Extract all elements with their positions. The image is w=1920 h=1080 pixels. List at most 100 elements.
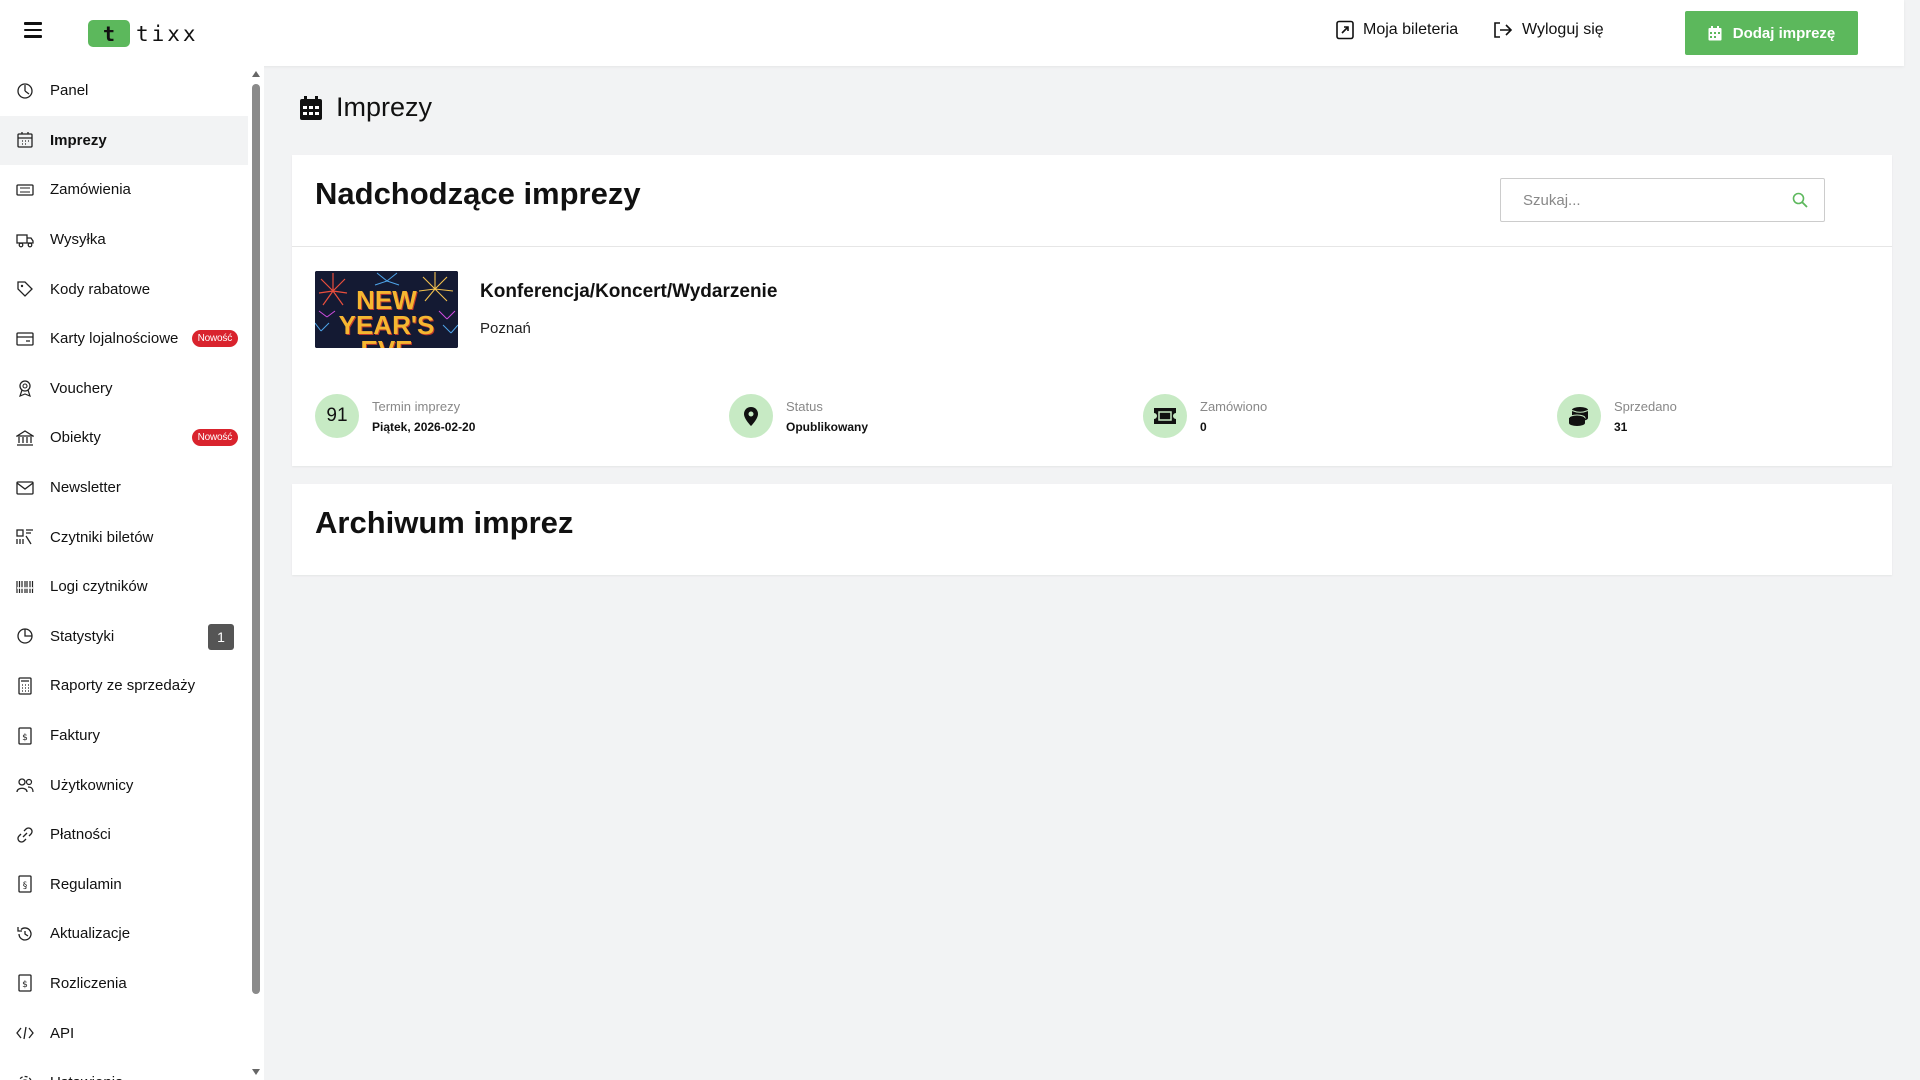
sidebar-item-kody-rabatowe[interactable]: Kody rabatowe <box>0 264 248 314</box>
sidebar-item-label: Obiekty <box>50 429 101 447</box>
sidebar-item-faktury[interactable]: $ Faktury <box>0 711 248 761</box>
sidebar-item-label: Newsletter <box>50 479 121 497</box>
scroll-up-arrow-icon[interactable] <box>252 71 260 77</box>
sidebar-item-label: Czytniki biletów <box>50 528 154 546</box>
document-icon: § <box>16 875 34 893</box>
pie-chart-icon <box>16 627 34 645</box>
logo-mark: t <box>88 20 130 47</box>
sidebar-item-logi-czytnikow[interactable]: Logi czytników <box>0 562 248 612</box>
new-badge: Nowość <box>191 329 238 347</box>
sidebar-item-karty-lojalnosciowe[interactable]: Karty lojalnościowe Nowość <box>0 314 248 364</box>
sidebar-item-aktualizacje[interactable]: Aktualizacje <box>0 909 248 959</box>
hamburger-menu-icon[interactable] <box>24 22 42 38</box>
event-title[interactable]: Konferencja/Koncert/Wydarzenie <box>480 281 777 303</box>
sidebar-item-label: Kody rabatowe <box>50 280 151 298</box>
sidebar-item-zamowienia[interactable]: Zamówienia <box>0 165 248 215</box>
sidebar-item-label: Płatności <box>50 826 111 844</box>
scanner-icon <box>16 528 34 546</box>
days-remaining-circle: 91 <box>315 394 359 438</box>
building-icon <box>16 429 34 447</box>
ordered-value: 0 <box>1200 419 1207 434</box>
tag-icon <box>16 280 34 298</box>
calculator-icon <box>16 677 34 695</box>
new-badge: Nowość <box>191 429 238 447</box>
sidebar-item-label: Raporty ze sprzedaży <box>50 677 196 695</box>
card-icon <box>16 330 34 348</box>
sidebar-item-label: Vouchery <box>50 379 113 397</box>
stat-sold: Sprzedano 31 <box>1557 394 1677 438</box>
sold-label: Sprzedano <box>1614 398 1677 414</box>
sidebar-item-label: Zamówienia <box>50 181 131 199</box>
scrollbar-thumb[interactable] <box>252 84 260 994</box>
sidebar-item-czytniki-biletow[interactable]: Czytniki biletów <box>0 512 248 562</box>
sold-value: 31 <box>1614 419 1628 434</box>
svg-text:$: $ <box>22 980 28 990</box>
sidebar-item-wysylka[interactable]: Wysyłka <box>0 215 248 265</box>
stat-ordered: Zamówiono 0 <box>1143 394 1267 438</box>
sidebar-item-platnosci[interactable]: Płatności <box>0 810 248 860</box>
svg-text:$: $ <box>22 733 28 743</box>
sidebar-item-ustawienia[interactable]: Ustawienia <box>0 1058 248 1080</box>
sidebar-item-api[interactable]: API <box>0 1008 248 1058</box>
calendar-icon <box>300 95 322 120</box>
logout-icon <box>1494 22 1513 38</box>
sidebar-item-panel[interactable]: Panel <box>0 66 248 116</box>
map-pin-icon <box>744 406 758 426</box>
upcoming-events-title: Nadchodzące imprezy <box>315 176 641 211</box>
event-thumbnail[interactable]: NEW YEAR'S EVE <box>315 271 458 348</box>
my-box-office-link[interactable]: Moja bileteria <box>1335 20 1458 40</box>
sidebar-item-rozliczenia[interactable]: $ Rozliczenia <box>0 959 248 1009</box>
sidebar-item-obiekty[interactable]: Obiekty Nowość <box>0 413 248 463</box>
svg-text:§: § <box>23 881 28 891</box>
barcode-icon <box>16 578 34 596</box>
event-row: NEW YEAR'S EVE Konferencja/Koncert/Wydar… <box>292 247 1892 466</box>
top-header: t tixx Moja bileteria Wyloguj się Dodaj … <box>0 0 1904 66</box>
logout-link[interactable]: Wyloguj się <box>1492 20 1604 40</box>
tixx-logo[interactable]: t tixx <box>88 20 199 47</box>
archive-card: Archiwum imprez <box>292 484 1892 575</box>
sidebar-item-imprezy[interactable]: Imprezy <box>0 115 248 166</box>
sidebar-item-uzytkownicy[interactable]: Użytkownicy <box>0 760 248 810</box>
logo-text: tixx <box>136 21 199 46</box>
sold-circle <box>1557 394 1601 438</box>
my-box-office-label: Moja bileteria <box>1363 21 1459 38</box>
add-event-label: Dodaj imprezę <box>1732 24 1836 42</box>
status-value: Opublikowany <box>786 419 869 434</box>
search-box[interactable] <box>1500 178 1825 222</box>
page-title-text: Imprezy <box>336 92 433 122</box>
receipt-icon: $ <box>16 974 34 993</box>
truck-icon <box>16 231 34 249</box>
invoice-icon: $ <box>16 726 34 745</box>
sidebar-item-raporty-ze-sprzedazy[interactable]: Raporty ze sprzedaży <box>0 661 248 711</box>
ticket-icon <box>16 181 34 199</box>
sidebar-item-statystyki[interactable]: Statystyki 1 <box>0 612 248 662</box>
ticket-icon <box>1154 408 1176 424</box>
sidebar: Panel Imprezy Zamówienia Wysyłka Kody rabato… <box>0 66 264 1080</box>
sidebar-item-label: Statystyki <box>50 627 115 645</box>
scroll-down-arrow-icon[interactable] <box>252 1069 260 1075</box>
page-title: Imprezy <box>300 92 432 123</box>
status-label: Status <box>786 398 823 414</box>
search-input[interactable] <box>1501 179 1792 221</box>
sidebar-scrollbar[interactable] <box>250 66 262 1080</box>
sidebar-item-newsletter[interactable]: Newsletter <box>0 463 248 513</box>
sidebar-item-label: Aktualizacje <box>50 925 131 943</box>
link-icon <box>16 826 34 844</box>
ordered-label: Zamówiono <box>1200 398 1268 414</box>
add-event-button[interactable]: Dodaj imprezę <box>1685 11 1858 55</box>
voucher-icon <box>16 379 34 398</box>
search-icon[interactable] <box>1792 192 1808 208</box>
logout-label: Wyloguj się <box>1522 21 1604 38</box>
sidebar-item-label: Użytkownicy <box>50 776 134 794</box>
sidebar-item-vouchery[interactable]: Vouchery <box>0 364 248 414</box>
users-icon <box>16 776 34 794</box>
sidebar-item-regulamin[interactable]: § Regulamin <box>0 860 248 910</box>
sidebar-nav: Panel Imprezy Zamówienia Wysyłka Kody rabato… <box>0 66 248 1080</box>
event-date-value: Piątek, 2026-02-20 <box>372 419 476 434</box>
sidebar-item-label: Panel <box>50 82 89 100</box>
code-icon <box>16 1024 34 1042</box>
event-city: Poznań <box>480 320 531 337</box>
archive-title: Archiwum imprez <box>315 505 574 540</box>
upcoming-events-card: Nadchodzące imprezy Szukaj... NEW YEAR'S… <box>292 155 1892 466</box>
coins-icon <box>1568 407 1589 426</box>
